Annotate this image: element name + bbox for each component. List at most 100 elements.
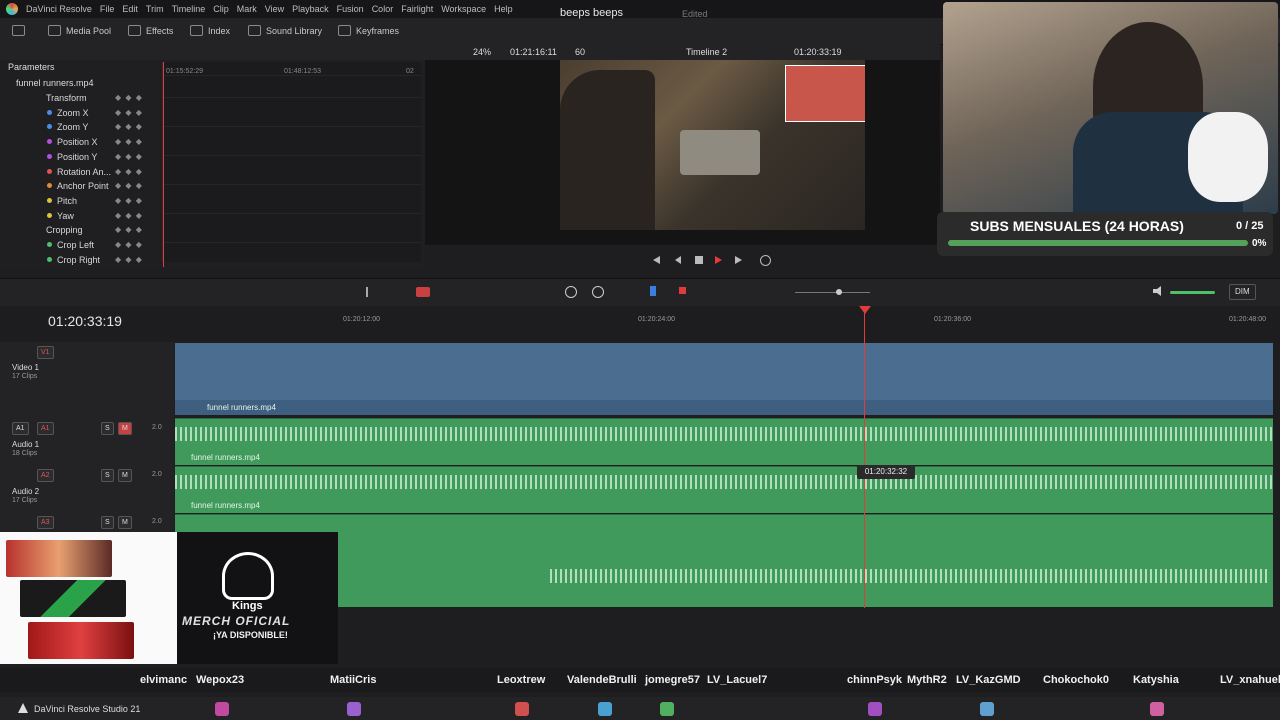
menu-workspace[interactable]: Workspace: [437, 4, 490, 14]
speaker-icon[interactable]: [1153, 286, 1161, 296]
param-row[interactable]: Zoom Y ◆ ◆ ◆: [0, 120, 160, 134]
keyframe-nav-icon[interactable]: ◆ ◆ ◆: [115, 179, 143, 193]
audio-2-clip[interactable]: funnel runners.mp4: [175, 466, 1273, 513]
playhead-handle[interactable]: [859, 306, 871, 314]
param-row[interactable]: Rotation An... ◆ ◆ ◆: [0, 165, 160, 179]
keyframe-track-area[interactable]: [162, 62, 421, 262]
selection-tool-icon[interactable]: [366, 287, 376, 297]
avatar-icon: [660, 702, 674, 716]
fast-forward-icon[interactable]: [735, 256, 742, 264]
audio-waveform: [550, 569, 1270, 583]
effects-button[interactable]: Effects: [128, 25, 173, 36]
param-row[interactable]: Position X ◆ ◆ ◆: [0, 135, 160, 149]
a3-mute-button[interactable]: M: [118, 516, 132, 529]
dim-button[interactable]: DIM: [1229, 284, 1256, 300]
audio-1-clip[interactable]: funnel runners.mp4: [175, 418, 1273, 465]
menu-timeline[interactable]: Timeline: [168, 4, 210, 14]
kf-playhead[interactable]: [163, 62, 164, 267]
audio-waveform: [175, 475, 1273, 489]
video-preview[interactable]: [560, 60, 865, 230]
keyframe-nav-icon[interactable]: ◆ ◆ ◆: [115, 194, 143, 208]
menu-edit[interactable]: Edit: [118, 4, 142, 14]
blade-tool-icon[interactable]: [416, 287, 430, 297]
a1-source-badge[interactable]: A1: [12, 422, 29, 435]
param-label: Yaw: [57, 210, 74, 221]
index-button[interactable]: Index: [190, 25, 230, 36]
timeline-timecode[interactable]: 01:20:33:19: [48, 313, 122, 329]
media-pool-icon: [48, 25, 61, 36]
keyframe-nav-icon[interactable]: ◆ ◆ ◆: [115, 150, 143, 164]
audio-3-clip[interactable]: [175, 514, 1273, 607]
menu-app[interactable]: DaVinci Resolve: [22, 4, 96, 14]
viewer-zoom[interactable]: 24%: [473, 47, 491, 57]
menu-help[interactable]: Help: [490, 4, 517, 14]
a3-badge[interactable]: A3: [37, 516, 54, 529]
keyframe-nav-icon[interactable]: ◆ ◆ ◆: [115, 209, 143, 223]
param-row[interactable]: Zoom X ◆ ◆ ◆: [0, 106, 160, 120]
stop-icon[interactable]: [695, 256, 703, 264]
loop-icon[interactable]: [760, 255, 771, 266]
timeline-name[interactable]: Timeline 2: [686, 47, 727, 57]
timeline-playhead[interactable]: [864, 308, 865, 608]
video-clip-label-bar[interactable]: funnel runners.mp4: [175, 400, 1273, 415]
menu-playback[interactable]: Playback: [288, 4, 333, 14]
v1-badge[interactable]: V1: [37, 346, 54, 359]
menu-trim[interactable]: Trim: [142, 4, 168, 14]
sound-library-button[interactable]: Sound Library: [248, 25, 322, 36]
parameters-header: Parameters: [8, 62, 55, 72]
reverse-play-icon[interactable]: [675, 256, 681, 264]
param-group-row[interactable]: Transform ◆ ◆ ◆: [0, 91, 160, 105]
menu-view[interactable]: View: [261, 4, 288, 14]
audio-1-clip-count: 18 Clips: [12, 450, 38, 457]
linked-selection-icon[interactable]: [592, 286, 604, 298]
keyframe-nav-icon[interactable]: ◆ ◆ ◆: [115, 135, 143, 149]
menu-fairlight[interactable]: Fairlight: [397, 4, 437, 14]
menu-mark[interactable]: Mark: [233, 4, 261, 14]
param-row[interactable]: Anchor Point ◆ ◆ ◆: [0, 179, 160, 193]
marker-icon[interactable]: [679, 287, 686, 294]
keyframe-nav-icon[interactable]: ◆ ◆ ◆: [115, 120, 143, 134]
track-headers: V1 Video 1 17 Clips A1 A1 S M 2.0 Audio …: [0, 342, 174, 534]
param-row[interactable]: Crop Left ◆ ◆ ◆: [0, 238, 160, 252]
keyframe-nav-icon[interactable]: ◆ ◆ ◆: [115, 106, 143, 120]
volume-slider[interactable]: [1170, 291, 1215, 294]
a1-badge[interactable]: A1: [37, 422, 54, 435]
ruler-tick: 01:20:36:00: [934, 316, 971, 323]
rewind-icon[interactable]: [653, 256, 660, 264]
param-group-row[interactable]: Cropping ◆ ◆ ◆: [0, 223, 160, 237]
menu-clip[interactable]: Clip: [209, 4, 233, 14]
param-row[interactable]: Position Y ◆ ◆ ◆: [0, 150, 160, 164]
play-icon[interactable]: [715, 256, 722, 264]
subs-goal-title: SUBS MENSUALES (24 HORAS): [970, 218, 1184, 234]
a1-mute-button[interactable]: M: [118, 422, 132, 435]
media-pool-button[interactable]: Media Pool: [48, 25, 111, 36]
param-row[interactable]: Pitch ◆ ◆ ◆: [0, 194, 160, 208]
param-color-dot-icon: [47, 139, 52, 145]
panel-toggle-button[interactable]: [12, 25, 25, 36]
a1-solo-button[interactable]: S: [101, 422, 114, 435]
zoom-slider[interactable]: [795, 292, 870, 293]
menu-file[interactable]: File: [96, 4, 119, 14]
a2-badge[interactable]: A2: [37, 469, 54, 482]
menu-fusion[interactable]: Fusion: [333, 4, 368, 14]
subs-goal-progress-bar: [948, 240, 1248, 246]
a3-solo-button[interactable]: S: [101, 516, 114, 529]
a2-solo-button[interactable]: S: [101, 469, 114, 482]
flag-icon[interactable]: [650, 286, 656, 296]
video-1-label: Video 1: [12, 363, 39, 372]
param-group-label: Transform: [46, 93, 87, 103]
keyframes-button[interactable]: Keyframes: [338, 25, 399, 36]
param-row[interactable]: Crop Right ◆ ◆ ◆: [0, 253, 160, 267]
param-row[interactable]: Yaw ◆ ◆ ◆: [0, 209, 160, 223]
snapping-icon[interactable]: [565, 286, 577, 298]
keyframe-nav-icon[interactable]: ◆ ◆ ◆: [115, 223, 143, 237]
a2-mute-button[interactable]: M: [118, 469, 132, 482]
keyframe-nav-icon[interactable]: ◆ ◆ ◆: [115, 253, 143, 267]
keyframe-nav-icon[interactable]: ◆ ◆ ◆: [115, 91, 143, 105]
menu-color[interactable]: Color: [368, 4, 398, 14]
viewer-name: MythR2: [907, 674, 947, 686]
keyframe-nav-icon[interactable]: ◆ ◆ ◆: [115, 238, 143, 252]
zoom-slider-handle[interactable]: [836, 289, 842, 295]
keyframe-nav-icon[interactable]: ◆ ◆ ◆: [115, 165, 143, 179]
timeline-ruler[interactable]: 01:20:12:00 01:20:24:00 01:20:36:00 01:2…: [175, 306, 1280, 342]
